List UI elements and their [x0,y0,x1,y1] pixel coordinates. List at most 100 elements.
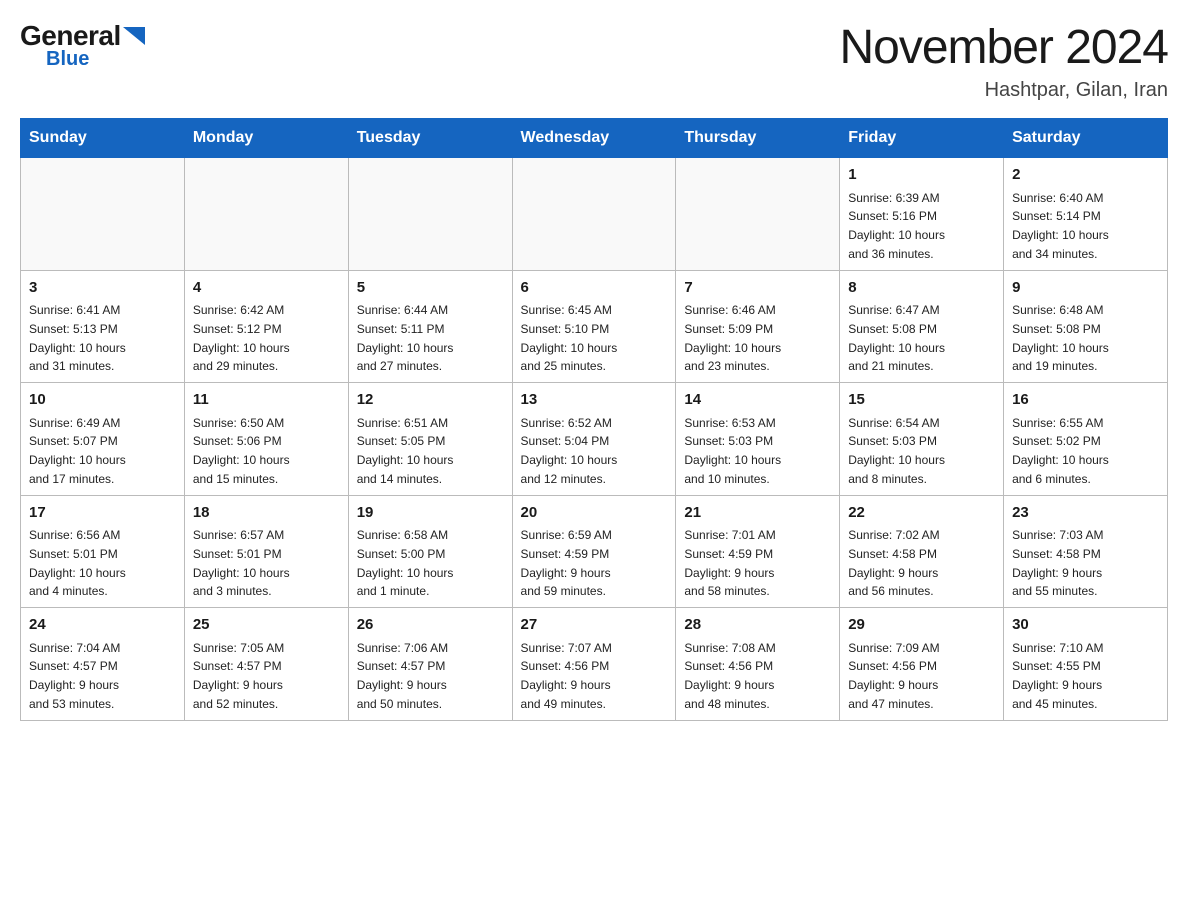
day-info: Sunrise: 7:08 AM Sunset: 4:56 PM Dayligh… [684,641,775,711]
day-info: Sunrise: 6:54 AM Sunset: 5:03 PM Dayligh… [848,416,945,486]
day-number: 30 [1012,614,1159,637]
day-number: 26 [357,614,504,637]
day-number: 6 [521,277,668,300]
calendar-day-cell [184,158,348,271]
calendar-day-cell: 29Sunrise: 7:09 AM Sunset: 4:56 PM Dayli… [840,608,1004,721]
day-number: 12 [357,389,504,412]
day-info: Sunrise: 6:46 AM Sunset: 5:09 PM Dayligh… [684,303,781,373]
day-info: Sunrise: 6:57 AM Sunset: 5:01 PM Dayligh… [193,528,290,598]
logo-triangle-icon [123,27,145,45]
calendar-day-cell: 12 Sunrise: 6:51 AM Sunset: 5:05 PM Dayli… [348,383,512,496]
day-number: 16 [1012,389,1159,412]
calendar-day-cell: 9 Sunrise: 6:48 AM Sunset: 5:08 PM Daylig… [1004,270,1168,383]
day-info: Sunrise: 7:10 AM Sunset: 4:55 PM Dayligh… [1012,641,1103,711]
calendar-day-cell: 20 Sunrise: 6:59 AM Sunset: 4:59 PM Dayli… [512,495,676,608]
calendar-day-cell: 16 Sunrise: 6:55 AM Sunset: 5:02 PM Dayli… [1004,383,1168,496]
day-info: Sunrise: 6:48 AM Sunset: 5:08 PM Dayligh… [1012,303,1109,373]
calendar-day-cell: 21 Sunrise: 7:01 AM Sunset: 4:59 PM Dayli… [676,495,840,608]
calendar-day-cell: 4 Sunrise: 6:42 AM Sunset: 5:12 PM Daylig… [184,270,348,383]
day-number: 14 [684,389,831,412]
logo: General Blue [20,20,145,71]
calendar-header-row: SundayMondayTuesdayWednesdayThursdayFrid… [21,119,1168,158]
day-number: 8 [848,277,995,300]
calendar-day-cell: 28 Sunrise: 7:08 AM Sunset: 4:56 PM Dayli… [676,608,840,721]
day-of-week-header: Tuesday [348,119,512,158]
day-number: 24 [29,614,176,637]
calendar-day-cell: 26 Sunrise: 7:06 AM Sunset: 4:57 PM Dayli… [348,608,512,721]
day-info: Sunrise: 6:52 AM Sunset: 5:04 PM Dayligh… [521,416,618,486]
calendar-day-cell: 18 Sunrise: 6:57 AM Sunset: 5:01 PM Dayli… [184,495,348,608]
day-number: 20 [521,502,668,525]
title-block: November 2024 Hashtpar, Gilan, Iran [839,20,1168,102]
day-of-week-header: Thursday [676,119,840,158]
day-info: Sunrise: 6:41 AM Sunset: 5:13 PM Dayligh… [29,303,126,373]
calendar-day-cell [348,158,512,271]
calendar-table: SundayMondayTuesdayWednesdayThursdayFrid… [20,118,1168,721]
logo-blue-text: Blue [46,48,89,71]
calendar-day-cell: 23 Sunrise: 7:03 AM Sunset: 4:58 PM Dayli… [1004,495,1168,608]
calendar-day-cell: 5Sunrise: 6:44 AM Sunset: 5:11 PM Daylig… [348,270,512,383]
day-info: Sunrise: 6:59 AM Sunset: 4:59 PM Dayligh… [521,528,612,598]
day-info: Sunrise: 6:56 AM Sunset: 5:01 PM Dayligh… [29,528,126,598]
day-info: Sunrise: 7:02 AM Sunset: 4:58 PM Dayligh… [848,528,939,598]
calendar-day-cell: 27 Sunrise: 7:07 AM Sunset: 4:56 PM Dayli… [512,608,676,721]
day-of-week-header: Friday [840,119,1004,158]
calendar-day-cell [512,158,676,271]
day-number: 19 [357,502,504,525]
day-number: 15 [848,389,995,412]
day-number: 9 [1012,277,1159,300]
day-info: Sunrise: 7:04 AM Sunset: 4:57 PM Dayligh… [29,641,120,711]
calendar-day-cell: 6 Sunrise: 6:45 AM Sunset: 5:10 PM Daylig… [512,270,676,383]
day-info: Sunrise: 6:44 AM Sunset: 5:11 PM Dayligh… [357,303,454,373]
day-number: 10 [29,389,176,412]
calendar-week-row: 17 Sunrise: 6:56 AM Sunset: 5:01 PM Dayli… [21,495,1168,608]
calendar-day-cell: 10 Sunrise: 6:49 AM Sunset: 5:07 PM Dayli… [21,383,185,496]
location-subtitle: Hashtpar, Gilan, Iran [839,79,1168,102]
day-info: Sunrise: 6:53 AM Sunset: 5:03 PM Dayligh… [684,416,781,486]
day-number: 7 [684,277,831,300]
day-info: Sunrise: 7:07 AM Sunset: 4:56 PM Dayligh… [521,641,612,711]
day-info: Sunrise: 6:51 AM Sunset: 5:05 PM Dayligh… [357,416,454,486]
calendar-day-cell: 19 Sunrise: 6:58 AM Sunset: 5:00 PM Dayli… [348,495,512,608]
day-number: 25 [193,614,340,637]
calendar-day-cell: 11Sunrise: 6:50 AM Sunset: 5:06 PM Dayli… [184,383,348,496]
calendar-week-row: 3 Sunrise: 6:41 AM Sunset: 5:13 PM Daylig… [21,270,1168,383]
calendar-week-row: 24 Sunrise: 7:04 AM Sunset: 4:57 PM Dayli… [21,608,1168,721]
day-info: Sunrise: 7:03 AM Sunset: 4:58 PM Dayligh… [1012,528,1103,598]
calendar-day-cell: 25 Sunrise: 7:05 AM Sunset: 4:57 PM Dayli… [184,608,348,721]
day-info: Sunrise: 7:06 AM Sunset: 4:57 PM Dayligh… [357,641,448,711]
day-number: 18 [193,502,340,525]
calendar-day-cell: 8 Sunrise: 6:47 AM Sunset: 5:08 PM Daylig… [840,270,1004,383]
day-of-week-header: Sunday [21,119,185,158]
day-number: 17 [29,502,176,525]
day-number: 23 [1012,502,1159,525]
day-number: 29 [848,614,995,637]
calendar-day-cell: 2Sunrise: 6:40 AM Sunset: 5:14 PM Daylig… [1004,158,1168,271]
day-number: 2 [1012,164,1159,187]
day-info: Sunrise: 7:01 AM Sunset: 4:59 PM Dayligh… [684,528,775,598]
day-number: 21 [684,502,831,525]
calendar-day-cell: 3 Sunrise: 6:41 AM Sunset: 5:13 PM Daylig… [21,270,185,383]
day-number: 13 [521,389,668,412]
day-number: 4 [193,277,340,300]
day-info: Sunrise: 6:58 AM Sunset: 5:00 PM Dayligh… [357,528,454,598]
day-number: 11 [193,389,340,412]
calendar-day-cell: 22Sunrise: 7:02 AM Sunset: 4:58 PM Dayli… [840,495,1004,608]
day-info: Sunrise: 6:47 AM Sunset: 5:08 PM Dayligh… [848,303,945,373]
day-of-week-header: Monday [184,119,348,158]
day-number: 3 [29,277,176,300]
day-info: Sunrise: 6:45 AM Sunset: 5:10 PM Dayligh… [521,303,618,373]
day-info: Sunrise: 6:49 AM Sunset: 5:07 PM Dayligh… [29,416,126,486]
day-info: Sunrise: 6:39 AM Sunset: 5:16 PM Dayligh… [848,191,945,261]
calendar-day-cell: 15 Sunrise: 6:54 AM Sunset: 5:03 PM Dayli… [840,383,1004,496]
day-info: Sunrise: 7:05 AM Sunset: 4:57 PM Dayligh… [193,641,284,711]
calendar-day-cell: 14 Sunrise: 6:53 AM Sunset: 5:03 PM Dayli… [676,383,840,496]
calendar-day-cell [21,158,185,271]
calendar-day-cell: 17 Sunrise: 6:56 AM Sunset: 5:01 PM Dayli… [21,495,185,608]
day-number: 28 [684,614,831,637]
month-title: November 2024 [839,20,1168,75]
day-number: 27 [521,614,668,637]
day-info: Sunrise: 6:42 AM Sunset: 5:12 PM Dayligh… [193,303,290,373]
day-of-week-header: Wednesday [512,119,676,158]
day-info: Sunrise: 6:55 AM Sunset: 5:02 PM Dayligh… [1012,416,1109,486]
